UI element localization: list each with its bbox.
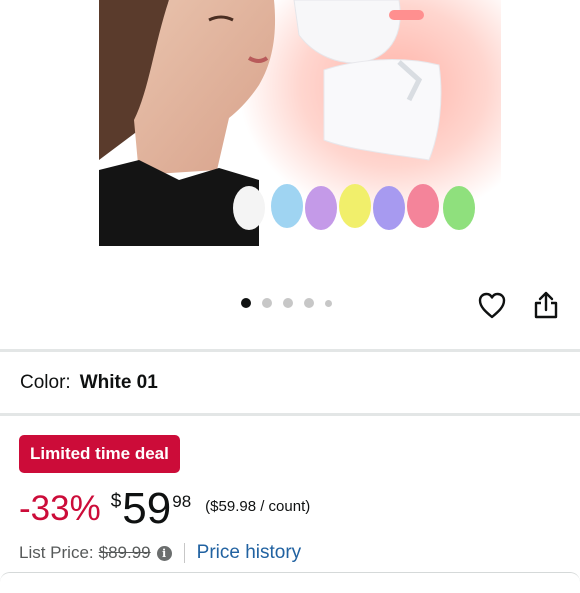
carousel-dot[interactable]	[283, 298, 293, 308]
discount-percent: -33%	[19, 489, 101, 528]
heart-icon	[478, 292, 506, 319]
product-image[interactable]	[99, 0, 501, 246]
price-history-link[interactable]: Price history	[197, 542, 302, 564]
color-value: White 01	[79, 372, 158, 393]
carousel-dot[interactable]	[241, 298, 251, 308]
list-price-row: List Price: $89.99 i Price history	[19, 542, 301, 564]
price-currency: $	[110, 491, 122, 512]
price-per-unit: ($59.98 / count)	[205, 498, 311, 515]
price-block: -33% $ 59 98 ($59.98 / count)	[19, 484, 310, 534]
share-icon	[534, 291, 558, 319]
section-divider	[0, 413, 580, 416]
carousel-dot[interactable]	[325, 299, 332, 307]
color-selector[interactable]: Color: White 01	[20, 372, 158, 394]
product-gallery[interactable]	[0, 0, 580, 350]
price-fraction: 98	[172, 492, 192, 511]
separator	[183, 543, 185, 563]
carousel-dots[interactable]	[241, 298, 332, 308]
color-label: Color:	[20, 372, 71, 393]
wishlist-button[interactable]	[476, 289, 508, 321]
price-whole: 59	[122, 484, 172, 533]
info-icon[interactable]: i	[156, 545, 172, 561]
share-button[interactable]	[530, 289, 562, 321]
carousel-dot[interactable]	[262, 298, 272, 308]
list-price-label: List Price:	[19, 543, 94, 562]
list-price-value: $89.99	[98, 543, 151, 562]
deal-badge: Limited time deal	[19, 435, 180, 473]
section-divider	[0, 349, 580, 352]
next-section-card	[0, 572, 580, 593]
carousel-dot[interactable]	[304, 298, 314, 308]
